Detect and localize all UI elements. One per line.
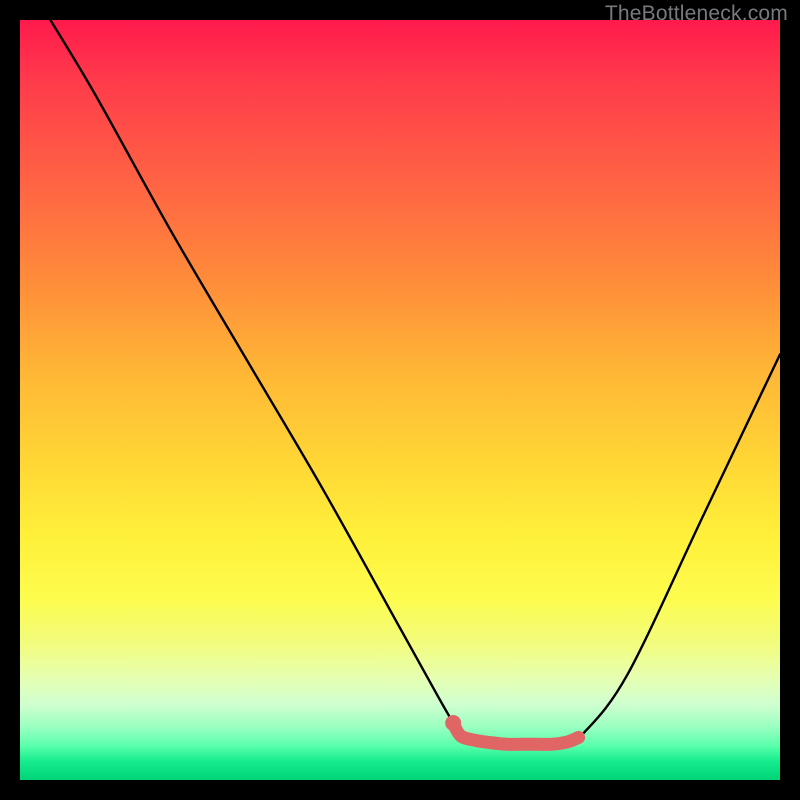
highlight-band bbox=[453, 723, 578, 744]
chart-frame: TheBottleneck.com bbox=[0, 0, 800, 800]
start-dot-icon bbox=[445, 715, 461, 731]
plot-area bbox=[20, 20, 780, 780]
bottleneck-curve bbox=[50, 20, 780, 745]
curve-svg bbox=[20, 20, 780, 780]
